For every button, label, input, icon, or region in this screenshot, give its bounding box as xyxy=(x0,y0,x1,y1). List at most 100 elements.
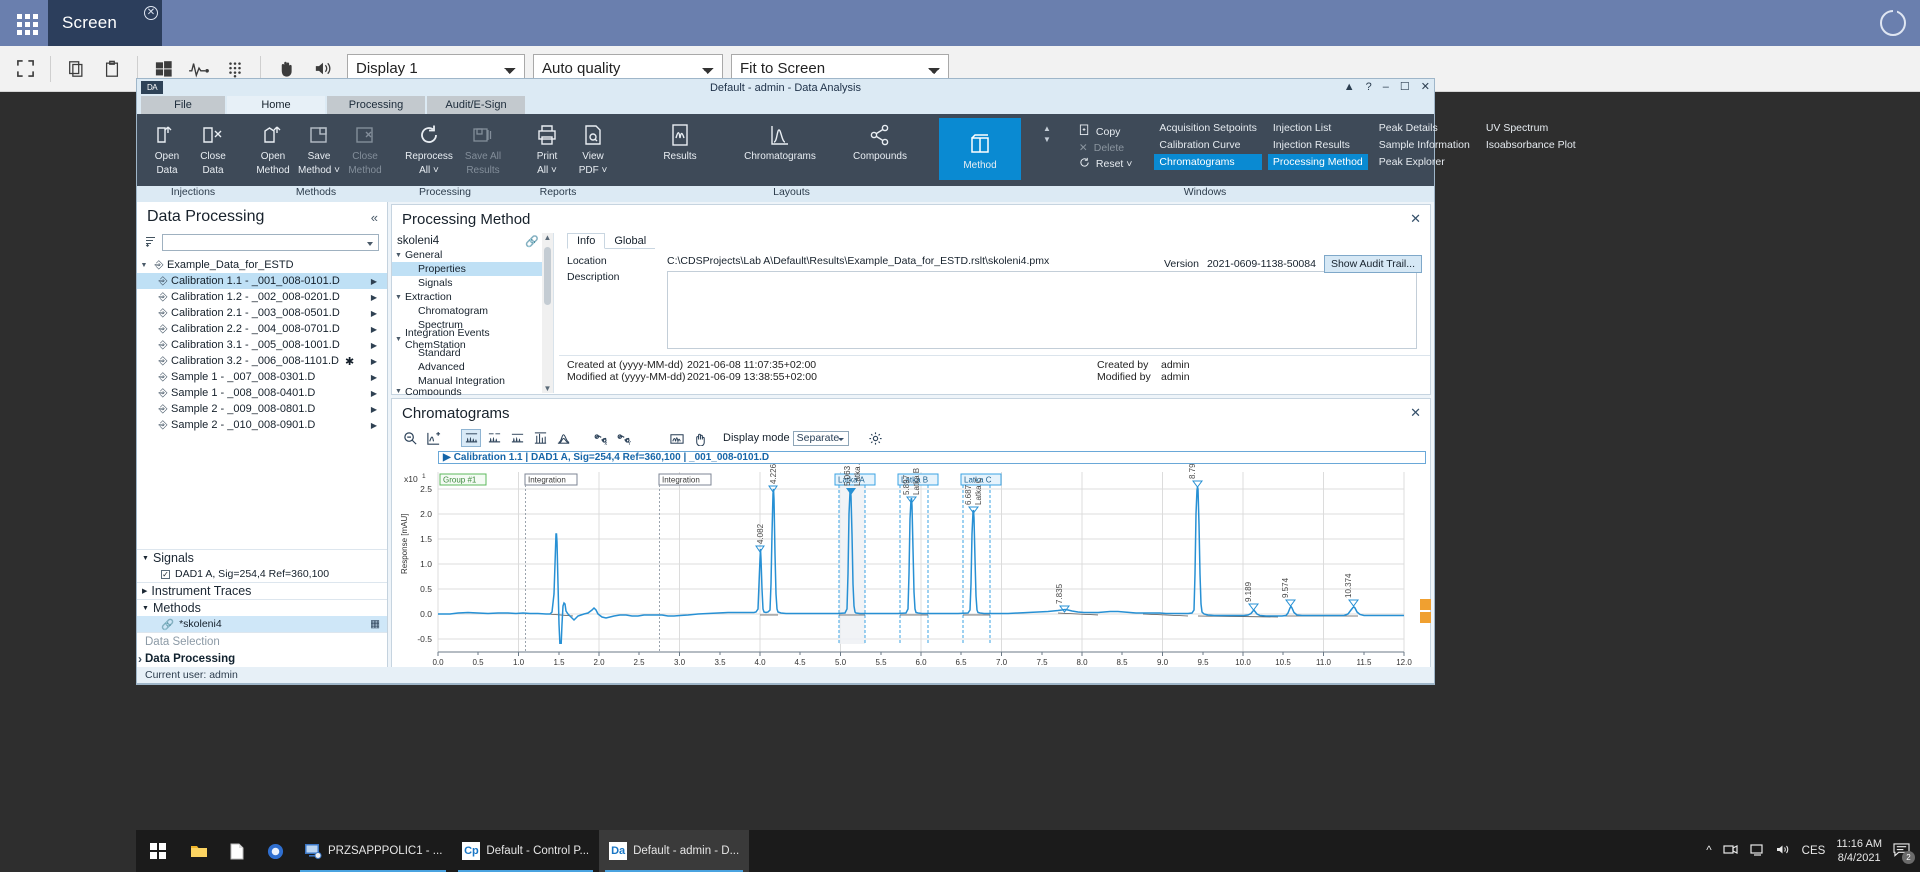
fullscreen-icon[interactable] xyxy=(8,52,42,86)
pm-tree-chromatogram[interactable]: Chromatogram xyxy=(392,304,553,318)
chevron-right-icon[interactable]: ▶ xyxy=(371,309,377,318)
window-processing-method[interactable]: Processing Method xyxy=(1268,154,1368,170)
expander-icon[interactable]: ▼ xyxy=(142,555,149,562)
pm-tree-manual-integration[interactable]: Manual Integration xyxy=(392,374,553,388)
windows-start-icon[interactable] xyxy=(136,830,180,872)
close-circle-icon[interactable]: ✕ xyxy=(144,6,158,20)
view-pdf-button[interactable]: View PDF ˅ xyxy=(571,118,615,176)
close-icon[interactable]: ✕ xyxy=(1410,405,1421,421)
expander-icon[interactable]: ▼ xyxy=(392,252,405,259)
expander-icon[interactable]: ▼ xyxy=(142,605,149,612)
peaks-spectra-icon[interactable] xyxy=(530,429,550,447)
grid-apps-icon[interactable] xyxy=(6,6,48,42)
window-injection-results[interactable]: Injection Results xyxy=(1268,137,1368,153)
save-method-button[interactable]: Save Method ˅ xyxy=(297,118,341,176)
expander-icon[interactable]: ▼ xyxy=(392,336,405,343)
scroll-down-icon[interactable]: ▼ xyxy=(544,384,552,393)
description-textarea[interactable] xyxy=(667,271,1417,349)
taskbar-item-przsapppolic1[interactable]: PRZSAPPPOLIC1 - ... xyxy=(294,830,452,872)
chevron-right-icon[interactable]: ▶ xyxy=(371,357,377,366)
chevron-right-icon[interactable]: ▶ xyxy=(371,405,377,414)
volume-icon[interactable] xyxy=(1776,843,1791,859)
usb-icon[interactable] xyxy=(1723,843,1739,859)
taskbar-document[interactable] xyxy=(218,830,256,872)
chevron-right-icon[interactable]: ▶ xyxy=(371,389,377,398)
pm-tree-signals[interactable]: Signals xyxy=(392,276,553,290)
tab-audit-esign[interactable]: Audit/E-Sign xyxy=(427,96,525,114)
close-data-button[interactable]: Close Data xyxy=(191,118,235,176)
method-table-icon[interactable]: ▦ xyxy=(370,618,380,630)
expander-icon[interactable]: ▼ xyxy=(137,262,151,269)
close-method-button[interactable]: Close Method xyxy=(343,118,387,176)
maximize-icon[interactable]: ☐ xyxy=(1400,80,1410,93)
save-all-results-button[interactable]: Save All Results xyxy=(457,118,509,176)
layout-method-button[interactable]: Method xyxy=(939,118,1021,180)
scroll-up-icon[interactable]: ▲ xyxy=(544,233,552,242)
manual-integration-icon[interactable] xyxy=(690,429,710,447)
plot-marker-orange-1[interactable] xyxy=(1420,599,1431,610)
window-peak-details[interactable]: Peak Details xyxy=(1374,120,1475,136)
close-icon[interactable]: ✕ xyxy=(1410,211,1421,227)
tree-item-calibration-3-1[interactable]: ⎆ Calibration 3.1 - _005_008-1001.D ▶ xyxy=(137,337,387,353)
window-peak-explorer[interactable]: Peak Explorer xyxy=(1374,154,1475,170)
pm-tree-integration-events[interactable]: ▼Integration Events ChemStation xyxy=(392,332,553,346)
display-mode-select[interactable]: Separate xyxy=(793,431,849,446)
paste-icon[interactable] xyxy=(95,52,129,86)
copy-icon[interactable] xyxy=(59,52,93,86)
tree-item-sample-2-009[interactable]: ⎆ Sample 2 - _009_008-0801.D ▶ xyxy=(137,401,387,417)
chevron-right-icon[interactable]: ▶ xyxy=(371,341,377,350)
instrument-traces-section-header[interactable]: ▶ Instrument Traces xyxy=(137,582,387,599)
tab-processing[interactable]: Processing xyxy=(327,96,425,114)
open-data-button[interactable]: Open Data xyxy=(145,118,189,176)
tree-item-calibration-3-2[interactable]: ⎆ Calibration 3.2 - _006_008-1101.D ✱ ▶ xyxy=(137,353,387,369)
chevron-up-icon[interactable]: ^ xyxy=(1706,845,1711,857)
reset-layout-button[interactable]: Reset ˅ xyxy=(1079,157,1132,171)
pm-tree-advanced[interactable]: Advanced xyxy=(392,360,553,374)
window-acquisition-setpoints[interactable]: Acquisition Setpoints xyxy=(1154,120,1261,136)
chevron-right-icon[interactable]: ▶ xyxy=(371,373,377,382)
expander-icon[interactable]: ▼ xyxy=(392,388,405,395)
chevron-double-left-icon[interactable]: « xyxy=(371,210,378,225)
pm-tab-info[interactable]: Info xyxy=(567,233,605,249)
filter-input[interactable] xyxy=(162,234,379,251)
close-window-icon[interactable]: ✕ xyxy=(1421,80,1430,93)
ribbon-collapse-icon[interactable]: ▲ xyxy=(1344,81,1355,93)
screen-tab[interactable]: Screen xyxy=(48,0,162,46)
language-indicator[interactable]: CES xyxy=(1802,845,1826,857)
methods-section-header[interactable]: ▼ Methods xyxy=(137,599,387,616)
action-center-icon[interactable]: 2 xyxy=(1893,842,1910,860)
layout-compounds-button[interactable]: Compounds xyxy=(839,118,921,162)
tree-item-calibration-2-2[interactable]: ⎆ Calibration 2.2 - _004_008-0701.D ▶ xyxy=(137,321,387,337)
taskbar-item-data-analysis[interactable]: Da Default - admin - D... xyxy=(599,830,749,872)
print-all-button[interactable]: Print All ˅ xyxy=(525,118,569,176)
window-calibration-curve[interactable]: Calibration Curve xyxy=(1154,137,1261,153)
scrollbar-thumb[interactable] xyxy=(544,247,551,305)
clock[interactable]: 11:16 AM 8/4/2021 xyxy=(1836,837,1882,865)
pm-tree-compounds[interactable]: ▼Compounds xyxy=(392,388,553,395)
help-icon[interactable]: ? xyxy=(1366,81,1372,93)
peaks-baseline-icon[interactable] xyxy=(507,429,527,447)
tree-item-calibration-1-2[interactable]: ⎆ Calibration 1.2 - _002_008-0201.D ▶ xyxy=(137,289,387,305)
signal-checkbox[interactable]: ✓ xyxy=(161,570,170,579)
gear-icon[interactable] xyxy=(866,429,886,447)
peaks-range-icon[interactable] xyxy=(484,429,504,447)
open-method-button[interactable]: Open Method xyxy=(251,118,295,176)
taskbar-item-control-panel[interactable]: Cp Default - Control P... xyxy=(452,830,599,872)
link-icon[interactable]: 🔗 xyxy=(525,235,539,248)
tree-item-calibration-2-1[interactable]: ⎆ Calibration 2.1 - _003_008-0501.D ▶ xyxy=(137,305,387,321)
window-uv-spectrum[interactable]: UV Spectrum xyxy=(1481,120,1581,136)
taskbar-file-explorer[interactable] xyxy=(180,830,218,872)
layout-scroll-up-icon[interactable]: ▲ xyxy=(1043,124,1051,133)
taskbar-browser[interactable] xyxy=(256,830,294,872)
power-icon[interactable] xyxy=(1880,10,1906,36)
unlink-x-icon[interactable]: x xyxy=(591,429,611,447)
pm-tab-global[interactable]: Global xyxy=(605,234,655,249)
chromatogram-chart[interactable]: x10 1 Response [mAU] xyxy=(398,464,1426,682)
processing-method-scrollbar[interactable]: ▲ ▼ xyxy=(542,233,553,393)
nav-data-selection[interactable]: Data Selection xyxy=(137,633,387,650)
reprocess-all-button[interactable]: Reprocess All ˅ xyxy=(403,118,455,176)
network-icon[interactable] xyxy=(1750,843,1765,859)
pm-tree-extraction[interactable]: ▼Extraction xyxy=(392,290,553,304)
signal-item[interactable]: ✓ DAD1 A, Sig=254,4 Ref=360,100 xyxy=(137,566,387,582)
pm-tree-properties[interactable]: Properties xyxy=(392,262,553,276)
